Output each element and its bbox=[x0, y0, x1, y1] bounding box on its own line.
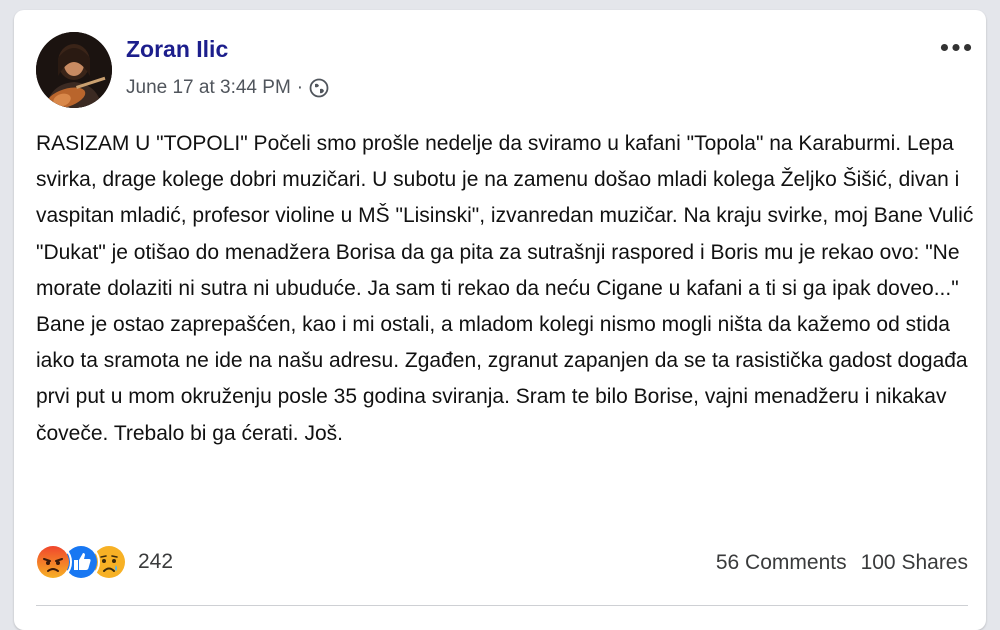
shares-count-link[interactable]: 100 Shares bbox=[861, 551, 968, 575]
reactions-summary[interactable]: 242 bbox=[34, 542, 173, 582]
post-text: RASIZAM U "TOPOLI" Počeli smo prošle ned… bbox=[36, 132, 974, 445]
angry-reaction-icon bbox=[34, 543, 72, 581]
reaction-count[interactable]: 242 bbox=[138, 550, 173, 574]
comments-count-link[interactable]: 56 Comments bbox=[716, 551, 847, 575]
more-options-icon[interactable] bbox=[938, 36, 974, 58]
post-meta: June 17 at 3:44 PM · bbox=[126, 77, 329, 99]
author-avatar[interactable] bbox=[36, 32, 112, 108]
engagement-summary: 56 Comments 100 Shares bbox=[716, 551, 968, 575]
meta-separator: · bbox=[296, 77, 304, 98]
post-timestamp[interactable]: June 17 at 3:44 PM bbox=[126, 77, 291, 99]
post-card: Zoran Ilic June 17 at 3:44 PM · RASIZAM … bbox=[14, 10, 986, 630]
globe-icon[interactable] bbox=[309, 78, 329, 98]
divider bbox=[36, 605, 968, 606]
avatar-photo bbox=[36, 32, 112, 108]
author-name[interactable]: Zoran Ilic bbox=[126, 36, 228, 63]
